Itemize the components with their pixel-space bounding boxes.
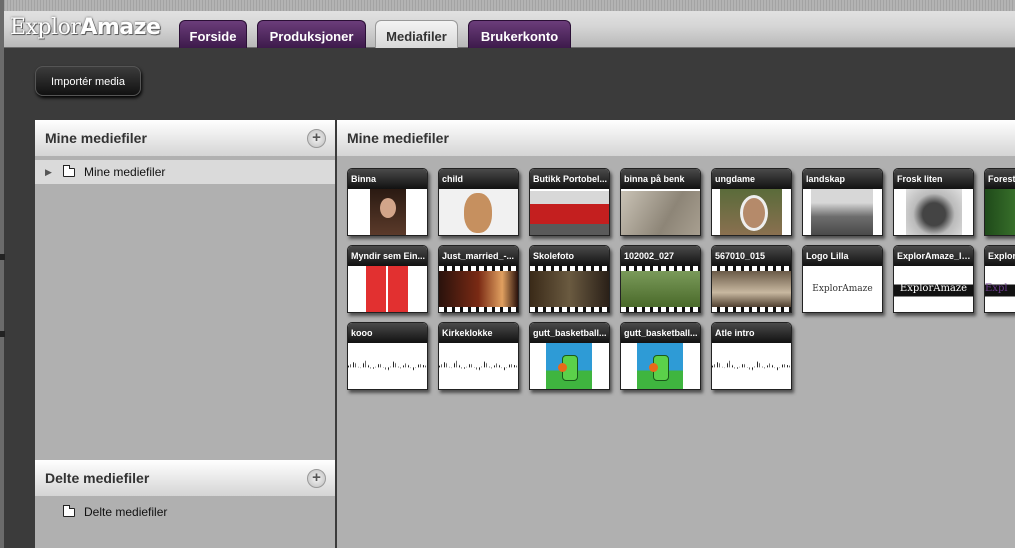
logo-thumb-text: ExplorAmaze (894, 266, 973, 312)
video-thumbnail (712, 266, 791, 312)
media-panel-header: Mine mediefiler (337, 120, 1015, 156)
tab-mediafiler[interactable]: Mediafiler (375, 20, 458, 48)
media-tile[interactable]: Myndir sem Ein... (347, 245, 428, 313)
media-tile[interactable]: kooo (347, 322, 428, 390)
folder-icon (63, 505, 75, 517)
media-tile-title: Myndir sem Ein... (348, 246, 427, 266)
image-thumbnail: ExplorAmaze (803, 266, 882, 312)
media-tile[interactable]: Logo Lilla ExplorAmaze (802, 245, 883, 313)
image-thumbnail (894, 189, 973, 235)
app-window: ExplorAmaze Forside Produksjoner Mediafi… (0, 0, 1015, 548)
media-panel: Mine mediefiler Binna child Butikk Portobe… (337, 120, 1015, 548)
import-media-button[interactable]: Importér media (35, 66, 141, 96)
tree-item-label: Delte mediefiler (84, 505, 168, 519)
media-tile[interactable]: Binna (347, 168, 428, 236)
media-tile-title: Frosk liten (894, 169, 973, 189)
image-thumbnail: ExplorAmaze (894, 266, 973, 312)
video-thumbnail (621, 266, 700, 312)
logo-thumb-text: ExplorAmaze (803, 266, 882, 312)
media-tile-title: landskap (803, 169, 882, 189)
media-tile-title: 567010_015 (712, 246, 791, 266)
audio-waveform-thumbnail (439, 343, 518, 389)
shared-files-header: Delte mediefiler + (35, 460, 335, 496)
media-tile[interactable]: landskap (802, 168, 883, 236)
media-tile-title: 102002_027 (621, 246, 700, 266)
expand-arrow-icon[interactable]: ▶ (45, 160, 52, 184)
logo-light-text: Explor (10, 15, 81, 40)
add-shared-folder-button[interactable]: + (307, 469, 326, 488)
header-stripe (4, 0, 1015, 11)
media-tile-title: gutt_basketball... (530, 323, 609, 343)
media-tile[interactable]: ungdame (711, 168, 792, 236)
media-tile-title: Binna (348, 169, 427, 189)
media-tile-title: binna på benk (621, 169, 700, 189)
image-thumbnail (439, 189, 518, 235)
media-tile-title: Logo Lilla (803, 246, 882, 266)
media-tile-title: Skolefoto (530, 246, 609, 266)
media-tile[interactable]: ExplorAmaze_lo... ExplorAmaze (893, 245, 974, 313)
media-tile-title: ungdame (712, 169, 791, 189)
window-edge-mark (0, 331, 5, 337)
logo-thumb-text: Expl (985, 266, 1015, 312)
folder-icon (63, 165, 75, 177)
media-tile-title: child (439, 169, 518, 189)
media-tile-title: Atle intro (712, 323, 791, 343)
media-tile[interactable]: Skolefoto (529, 245, 610, 313)
media-tile[interactable]: Just_married_-... (438, 245, 519, 313)
media-tile-title: Forest (985, 169, 1015, 189)
media-tile-title: Butikk Portobel... (530, 169, 609, 189)
image-thumbnail (803, 189, 882, 235)
video-thumbnail (439, 266, 518, 312)
tree-item-shared-files[interactable]: Delte mediefiler (35, 500, 335, 524)
logo-bold-text: Amaze (80, 15, 161, 40)
my-files-title: Mine mediefiler (45, 130, 147, 146)
media-panel-title: Mine mediefiler (347, 130, 449, 146)
media-tile-title: ExplorF (985, 246, 1015, 266)
image-thumbnail (621, 343, 700, 389)
image-thumbnail (348, 266, 427, 312)
audio-waveform-thumbnail (712, 343, 791, 389)
media-tile[interactable]: Kirkeklokke (438, 322, 519, 390)
tree-item-my-files[interactable]: ▶ Mine mediefiler (35, 160, 335, 184)
media-tile[interactable]: ExplorFExpl (984, 245, 1015, 313)
audio-waveform-thumbnail (348, 343, 427, 389)
tab-forside[interactable]: Forside (179, 20, 247, 48)
image-thumbnail (530, 189, 609, 235)
media-tile-title: ExplorAmaze_lo... (894, 246, 973, 266)
image-thumbnail (348, 189, 427, 235)
media-tile[interactable]: Butikk Portobel... (529, 168, 610, 236)
window-edge-mark (0, 254, 5, 260)
tab-brukerkonto[interactable]: Brukerkonto (468, 20, 571, 48)
media-tile-title: Kirkeklokke (439, 323, 518, 343)
image-thumbnail (621, 189, 700, 235)
app-logo[interactable]: ExplorAmaze (10, 15, 161, 40)
media-tile-title: Just_married_-... (439, 246, 518, 266)
add-folder-button[interactable]: + (307, 129, 326, 148)
media-tile[interactable]: gutt_basketball... (529, 322, 610, 390)
media-tile[interactable]: 567010_015 (711, 245, 792, 313)
media-tile[interactable]: binna på benk (620, 168, 701, 236)
media-tile[interactable]: Forest (984, 168, 1015, 236)
image-thumbnail: Expl (985, 266, 1015, 312)
media-tile[interactable]: Frosk liten (893, 168, 974, 236)
media-tile-title: kooo (348, 323, 427, 343)
shared-files-title: Delte mediefiler (45, 470, 150, 486)
image-thumbnail (712, 189, 791, 235)
image-thumbnail (985, 189, 1015, 235)
sidebar: Mine mediefiler + ▶ Mine mediefiler Delt… (35, 120, 335, 548)
tree-item-label: Mine mediefiler (84, 165, 166, 179)
media-tile[interactable]: Atle intro (711, 322, 792, 390)
media-tile[interactable]: gutt_basketball... (620, 322, 701, 390)
media-tile[interactable]: 102002_027 (620, 245, 701, 313)
media-tile-title: gutt_basketball... (621, 323, 700, 343)
image-thumbnail (530, 343, 609, 389)
video-thumbnail (530, 266, 609, 312)
my-files-header: Mine mediefiler + (35, 120, 335, 156)
media-tile[interactable]: child (438, 168, 519, 236)
window-edge (0, 0, 4, 548)
tab-produksjoner[interactable]: Produksjoner (257, 20, 366, 48)
